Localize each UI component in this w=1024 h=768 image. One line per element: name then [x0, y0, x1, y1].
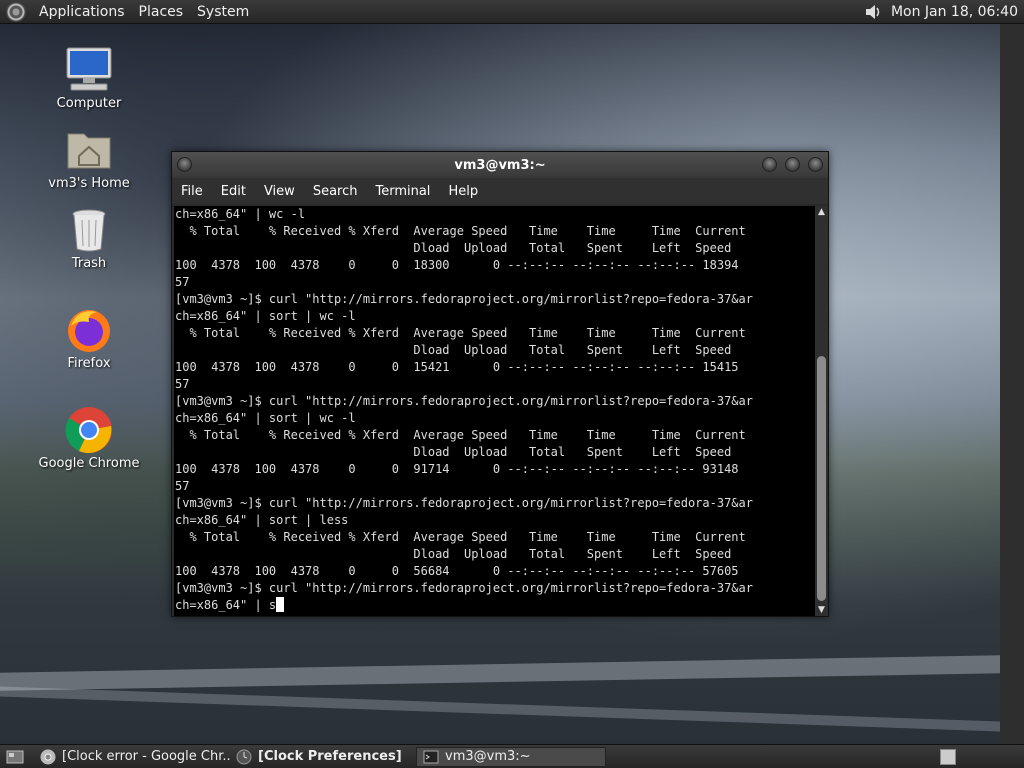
terminal-line: % Total % Received % Xferd Average Speed…: [175, 530, 746, 544]
window-menu-button[interactable]: [177, 157, 192, 172]
terminal-line: 100 4378 100 4378 0 0 91714 0 --:--:-- -…: [175, 462, 739, 476]
terminal-scrollbar[interactable]: ▲ ▼: [815, 206, 828, 616]
menu-file[interactable]: File: [172, 184, 212, 199]
firefox-icon: [65, 306, 113, 354]
terminal-screen[interactable]: ch=x86_64" | wc -l % Total % Received % …: [174, 206, 815, 616]
desktop-icon-label: vm3's Home: [48, 176, 130, 191]
desktop-icon-firefox[interactable]: Firefox: [29, 306, 149, 371]
terminal-line: Dload Upload Total Spent Left Speed: [175, 343, 732, 357]
terminal-line: 57: [175, 275, 190, 289]
workspace-switcher[interactable]: [940, 748, 956, 765]
terminal-line: % Total % Received % Xferd Average Speed…: [175, 326, 746, 340]
desktop-icon-home[interactable]: vm3's Home: [29, 126, 149, 191]
terminal-line: [vm3@vm3 ~]$ curl "http://mirrors.fedora…: [175, 581, 753, 595]
menu-terminal[interactable]: Terminal: [366, 184, 439, 199]
task-clock-preferences[interactable]: [Clock Preferences]: [230, 747, 416, 767]
terminal-line: ch=x86_64" | sort | less: [175, 513, 349, 527]
close-button[interactable]: [808, 157, 823, 172]
window-titlebar[interactable]: vm3@vm3:~: [172, 152, 828, 178]
menu-view[interactable]: View: [255, 184, 304, 199]
task-label: vm3@vm3:~: [445, 749, 531, 764]
show-desktop-button[interactable]: [0, 747, 34, 767]
terminal-line: Dload Upload Total Spent Left Speed: [175, 241, 732, 255]
menu-search[interactable]: Search: [304, 184, 367, 199]
terminal-line: ch=x86_64" | sort | wc -l: [175, 411, 356, 425]
terminal-line: ch=x86_64" | wc -l: [175, 207, 306, 221]
text-cursor: [276, 597, 285, 612]
gnome-foot-icon[interactable]: [6, 1, 26, 22]
desktop-icon-label: Trash: [71, 256, 107, 271]
show-desktop-icon: [6, 750, 24, 763]
scroll-down-icon[interactable]: ▼: [815, 604, 828, 616]
terminal-line: 100 4378 100 4378 0 0 15421 0 --:--:-- -…: [175, 360, 739, 374]
terminal-line: [vm3@vm3 ~]$ curl "http://mirrors.fedora…: [175, 292, 753, 306]
terminal-icon: [423, 750, 439, 763]
scroll-up-icon[interactable]: ▲: [815, 206, 828, 218]
terminal-line: 57: [175, 479, 190, 493]
home-folder-icon: [65, 126, 113, 174]
terminal-menubar: File Edit View Search Terminal Help: [172, 178, 828, 204]
terminal-line: 57: [175, 377, 190, 391]
volume-icon[interactable]: [859, 0, 887, 24]
task-label: [Clock Preferences]: [258, 749, 402, 764]
desktop-icon-label: Computer: [56, 96, 122, 111]
bottom-panel: [Clock error - Google Chr... [Clock Pref…: [0, 744, 1024, 768]
chrome-icon: [65, 406, 113, 454]
window-title: vm3@vm3:~: [454, 157, 546, 173]
scrollbar-thumb[interactable]: [817, 356, 826, 601]
terminal-window[interactable]: vm3@vm3:~ File Edit View Search Terminal…: [171, 151, 829, 617]
task-label: [Clock error - Google Chr...: [62, 749, 230, 764]
terminal-input: ch=x86_64" | s: [175, 598, 277, 612]
terminal-line: ch=x86_64" | sort | wc -l: [175, 309, 356, 323]
desktop-icon-trash[interactable]: Trash: [29, 206, 149, 271]
menu-help[interactable]: Help: [439, 184, 487, 199]
panel-clock[interactable]: Mon Jan 18, 06:40: [887, 4, 1024, 20]
menu-applications[interactable]: Applications: [32, 4, 132, 20]
menu-edit[interactable]: Edit: [212, 184, 255, 199]
terminal-line: [vm3@vm3 ~]$ curl "http://mirrors.fedora…: [175, 496, 753, 510]
clock-icon: [236, 749, 252, 764]
desktop-icon-label: Firefox: [67, 356, 111, 371]
top-panel: Applications Places System Mon Jan 18, 0…: [0, 0, 1024, 24]
chrome-icon: [40, 749, 56, 764]
maximize-button[interactable]: [785, 157, 800, 172]
menu-system[interactable]: System: [190, 4, 256, 20]
terminal-line: Dload Upload Total Spent Left Speed: [175, 445, 732, 459]
minimize-button[interactable]: [762, 157, 777, 172]
desktop-icon-chrome[interactable]: Google Chrome: [29, 406, 149, 471]
terminal-line: 100 4378 100 4378 0 0 18300 0 --:--:-- -…: [175, 258, 739, 272]
computer-icon: [65, 46, 113, 94]
task-terminal[interactable]: vm3@vm3:~: [416, 746, 606, 767]
terminal-line: Dload Upload Total Spent Left Speed: [175, 547, 732, 561]
menu-places[interactable]: Places: [132, 4, 191, 20]
terminal-line: 100 4378 100 4378 0 0 56684 0 --:--:-- -…: [175, 564, 739, 578]
task-chrome[interactable]: [Clock error - Google Chr...: [34, 747, 230, 767]
desktop-icon-computer[interactable]: Computer: [29, 46, 149, 111]
terminal-line: % Total % Received % Xferd Average Speed…: [175, 224, 746, 238]
terminal-output: ch=x86_64" | wc -l % Total % Received % …: [174, 206, 815, 597]
terminal-prompt-line[interactable]: ch=x86_64" | s: [174, 597, 815, 614]
terminal-line: % Total % Received % Xferd Average Speed…: [175, 428, 746, 442]
desktop-icon-label: Google Chrome: [38, 456, 140, 471]
terminal-line: [vm3@vm3 ~]$ curl "http://mirrors.fedora…: [175, 394, 753, 408]
trash-icon: [65, 206, 113, 254]
